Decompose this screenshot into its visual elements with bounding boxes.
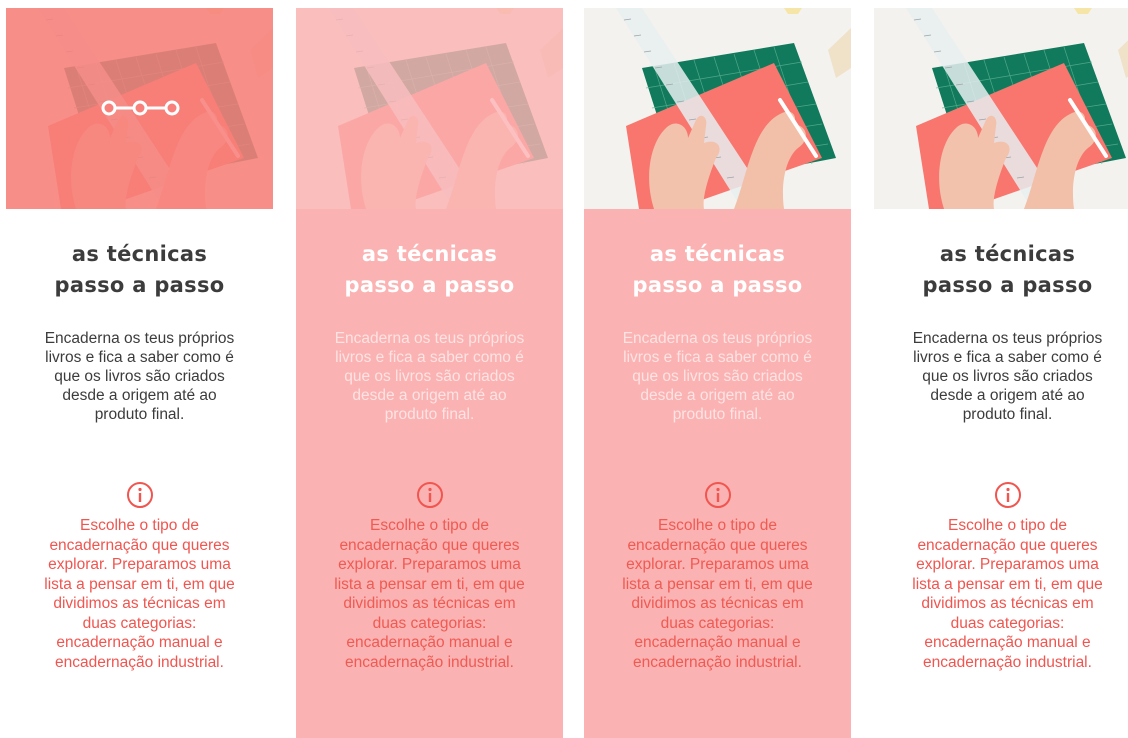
card-description: Encaderna os teus próprios livros e fica…	[334, 330, 525, 423]
info-text: Escolhe o tipo de encadernação que quere…	[44, 517, 235, 671]
info-text: Escolhe o tipo de encadernação que quere…	[622, 517, 813, 671]
card-photo	[874, 8, 1128, 209]
card-techniques-2: as técnicas passo a passo Encaderna os t…	[296, 8, 563, 738]
info-icon	[126, 482, 153, 508]
card-techniques-4: as técnicas passo a passo Encaderna os t…	[874, 8, 1128, 672]
card-techniques-3: as técnicas passo a passo Encaderna os t…	[584, 8, 851, 738]
info-icon	[704, 482, 731, 508]
card-title: as técnicas passo a passo	[54, 242, 225, 297]
card-description: Encaderna os teus próprios livros e fica…	[912, 330, 1103, 423]
info-icon	[416, 482, 443, 508]
card-description: Encaderna os teus próprios livros e fica…	[44, 330, 235, 423]
card-description: Encaderna os teus próprios livros e fica…	[622, 330, 813, 423]
bookbinding-photo	[874, 8, 1128, 209]
card-photo	[6, 8, 273, 209]
info-text: Escolhe o tipo de encadernação que quere…	[912, 517, 1103, 671]
card-title: as técnicas passo a passo	[922, 242, 1093, 297]
card-photo	[296, 8, 563, 209]
card-title: as técnicas passo a passo	[344, 242, 515, 297]
slider-control[interactable]	[101, 100, 180, 116]
bookbinding-photo	[6, 8, 273, 209]
bookbinding-photo	[296, 8, 563, 209]
card-photo	[584, 8, 851, 209]
card-title: as técnicas passo a passo	[632, 242, 803, 297]
info-text: Escolhe o tipo de encadernação que quere…	[334, 517, 525, 671]
card-techniques-1: as técnicas passo a passo Encaderna os t…	[6, 8, 273, 672]
bookbinding-photo	[584, 8, 851, 209]
info-icon	[994, 482, 1021, 508]
